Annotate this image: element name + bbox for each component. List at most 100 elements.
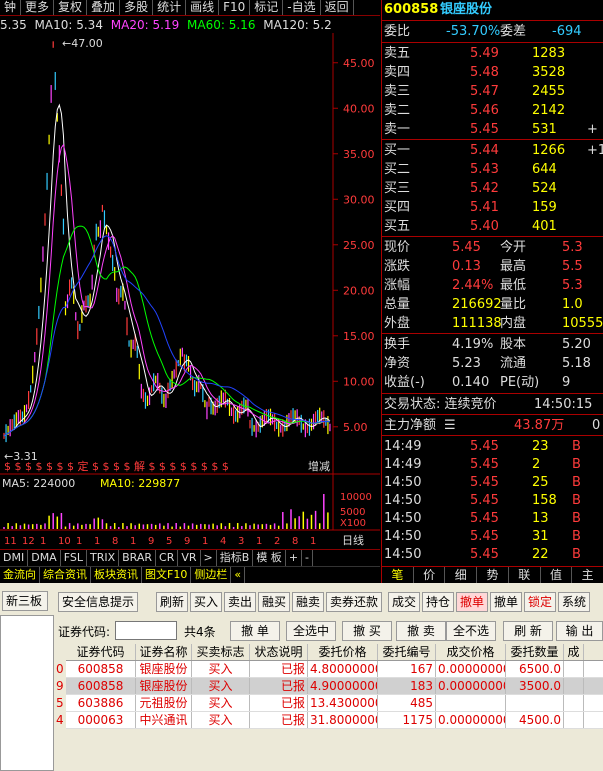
right-tab-6[interactable]: 主 (572, 567, 603, 583)
tick-volume: 25 (532, 475, 549, 490)
table-row[interactable]: 600858 银座股份 买入 已报 4.90000000 183 0.00000000 350… (66, 678, 603, 695)
quote2-label2: PE(动) (500, 375, 540, 390)
table-cell: 6500.0 (506, 661, 564, 677)
toolbar-button-11[interactable]: 锁定 (524, 592, 557, 612)
period-label[interactable]: 日线 (342, 533, 364, 547)
table-cell: 000063 (66, 712, 136, 728)
toolbar-button-5[interactable]: 融卖 (292, 592, 325, 612)
order-action-button-2[interactable]: 撤 买 (342, 621, 392, 641)
table-cell: 1175 (378, 712, 436, 728)
toolbar-button-10[interactable]: 撤单 (490, 592, 523, 612)
table-header-cell[interactable]: 证券代码 (66, 644, 136, 660)
indicator-tab-1[interactable]: DMA (28, 550, 61, 566)
table-row[interactable]: 603886元祖股份买入已报13.43000000485 (66, 695, 603, 712)
indicator-tab-5[interactable]: CR (156, 550, 179, 566)
quote-label: 总量 (384, 297, 411, 312)
table-cell: 已报 (250, 695, 308, 711)
vol-tick-label: 10000 (340, 492, 372, 503)
code-label: 证券代码: (58, 625, 111, 639)
info-tab-1[interactable]: 综合资讯 (40, 567, 91, 583)
quote2-value: 0.140 (452, 375, 490, 390)
indicator-tab-4[interactable]: BRAR (119, 550, 157, 566)
webi-row: 委比 -53.70% 委差 -694 (382, 22, 603, 41)
indicator-tab-7[interactable]: > (201, 550, 217, 566)
quote2-row-0: 换手 4.19% 股本 5.20 (382, 335, 603, 354)
buy-label: 买五 (384, 219, 411, 234)
tick-price: 5.45 (470, 511, 499, 526)
toolbar-button-9[interactable]: 撤单 (456, 592, 489, 612)
indicator-tab-6[interactable]: VR (178, 550, 201, 566)
sell-label: 卖二 (384, 103, 411, 118)
code-input[interactable] (115, 621, 177, 640)
right-tab-1[interactable]: 价 (414, 567, 446, 583)
tick-direction: B (572, 457, 581, 472)
toolbar-button-2[interactable]: 买入 (190, 592, 223, 612)
sell-price: 5.48 (470, 65, 499, 80)
info-tab-4[interactable]: 侧边栏 (191, 567, 232, 583)
ytick-label: 25.00 (343, 239, 375, 252)
indicator-tab-9[interactable]: 模 板 (253, 550, 286, 566)
order-action-button-1[interactable]: 全选中 (286, 621, 336, 641)
table-header-cell[interactable]: 委托数量 (506, 644, 564, 660)
divider (382, 393, 603, 394)
toolbar-button-0[interactable]: 安全信息提示 (58, 592, 139, 612)
indicator-tab-2[interactable]: FSL (61, 550, 87, 566)
table-header-cell[interactable]: 委托编号 (378, 644, 436, 660)
table-header-cell[interactable]: 证券名称 (136, 644, 192, 660)
toolbar-button-6[interactable]: 卖券还款 (326, 592, 383, 612)
table-header-cell[interactable]: 成交价格 (436, 644, 506, 660)
toolbar-button-1[interactable]: 刷新 (156, 592, 189, 612)
quote-label2: 最低 (500, 278, 527, 293)
new-third-board-button[interactable]: 新三板 (2, 591, 48, 611)
table-row[interactable]: 000063中兴通讯买入已报31.8000000011750.000000004… (66, 712, 603, 729)
quote-label2: 量比 (500, 297, 527, 312)
order-action-button-5[interactable]: 刷 新 (503, 621, 553, 641)
xtick-label: 11 (4, 536, 17, 547)
sell-price: 5.47 (470, 84, 499, 99)
table-cell: 买入 (192, 695, 250, 711)
quote2-value: 4.19% (452, 337, 494, 352)
divider (382, 139, 603, 140)
right-tab-5[interactable]: 值 (541, 567, 573, 583)
indicator-tab-0[interactable]: DMI (0, 550, 29, 566)
high-label: ←47.00 (62, 37, 103, 50)
table-header-cell[interactable]: 成 (564, 644, 584, 660)
quote-row-1: 涨跌 0.13 最高 5.5 (382, 257, 603, 276)
info-tab-3[interactable]: 图文F10 (142, 567, 192, 583)
trade-panel: 新三板 安全信息提示 刷新 买入 卖出 融买 融卖 卖券还款 成交 持仓 撤单 撤单 锁定 系统 证券代… (0, 583, 603, 771)
xtick-label: 3 (238, 536, 244, 547)
info-tab-2[interactable]: 板块资讯 (91, 567, 142, 583)
toolbar-button-12[interactable]: 系统 (558, 592, 591, 612)
indicator-tab-11[interactable]: - (302, 550, 314, 566)
indicator-tab-10[interactable]: + (286, 550, 303, 566)
quote2-value2: 9 (562, 375, 571, 390)
indicator-tab-3[interactable]: TRIX (87, 550, 120, 566)
table-cell: 已报 (250, 712, 308, 728)
right-tab-3[interactable]: 势 (477, 567, 509, 583)
order-action-button-3[interactable]: 撤 卖 (396, 621, 446, 641)
kline-chart[interactable]: 45.0040.0035.0030.0025.0020.0015.0010.00… (0, 0, 380, 549)
sell-row-3: 卖二 5.46 2142 (382, 101, 603, 120)
toolbar-button-4[interactable]: 融买 (258, 592, 291, 612)
info-tab-5[interactable]: « (231, 567, 246, 583)
right-tab-2[interactable]: 细 (445, 567, 478, 583)
right-tab-0[interactable]: 笔 (382, 567, 414, 583)
toolbar-button-7[interactable]: 成交 (388, 592, 421, 612)
sell-label: 卖三 (384, 84, 411, 99)
toolbar-button-8[interactable]: 持仓 (422, 592, 455, 612)
info-tab-0[interactable]: 金流向 (0, 567, 40, 583)
table-row[interactable]: 600858 银座股份 买入 已报 4.80000000 167 0.00000000 650… (66, 661, 603, 678)
indicator-tab-8[interactable]: 指标B (217, 550, 254, 566)
order-action-button-6[interactable]: 输 出 (556, 621, 603, 641)
table-header-cell[interactable]: 委托价格 (308, 644, 378, 660)
tick-direction: B (572, 475, 581, 490)
order-action-button-0[interactable]: 撤 单 (230, 621, 280, 641)
table-header-cell[interactable]: 状态说明 (250, 644, 308, 660)
right-tab-4[interactable]: 联 (509, 567, 541, 583)
table-header-cell[interactable]: 买卖标志 (192, 644, 250, 660)
tick-time: 14:50 (384, 529, 422, 544)
table-cell (564, 661, 584, 677)
tick-row-6: 14:50 5.45 22 B (382, 545, 603, 564)
toolbar-button-3[interactable]: 卖出 (224, 592, 257, 612)
order-action-button-4[interactable]: 全不选 (446, 621, 496, 641)
